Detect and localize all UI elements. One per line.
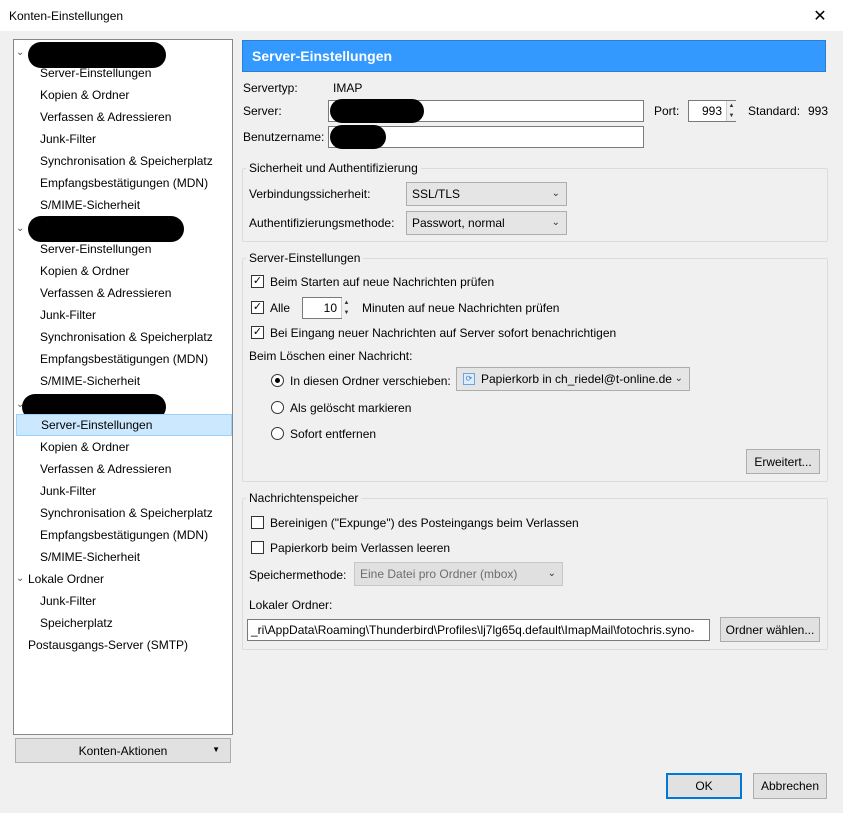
tree-item-junk[interactable]: Junk-Filter: [40, 304, 96, 326]
tree-item-junk[interactable]: Junk-Filter: [40, 128, 96, 150]
trash-folder-select[interactable]: ⟳ Papierkorb in ch_riedel@t-online.de ⌄: [456, 367, 690, 391]
tree-item-smtp[interactable]: Postausgangs-Server (SMTP): [28, 634, 188, 656]
mark-deleted-radio[interactable]: [271, 401, 284, 414]
spin-down-icon[interactable]: ▼: [727, 111, 736, 121]
local-folder-input[interactable]: _ri\AppData\Roaming\Thunderbird\Profiles…: [247, 619, 710, 641]
server-label: Server:: [243, 104, 282, 118]
tree-item-smime[interactable]: S/MIME-Sicherheit: [40, 546, 140, 568]
storage-method-value: Eine Datei pro Ordner (mbox): [360, 567, 518, 581]
server-type-label: Servertyp:: [243, 81, 298, 95]
tree-item-smime[interactable]: S/MIME-Sicherheit: [40, 194, 140, 216]
check-startup-checkbox[interactable]: ✓: [251, 275, 264, 288]
ok-button[interactable]: OK: [666, 773, 742, 799]
check-every-suffix: Minuten auf neue Nachrichten prüfen: [362, 301, 560, 315]
advanced-button[interactable]: Erweitert...: [746, 449, 820, 474]
notify-checkbox[interactable]: ✓: [251, 326, 264, 339]
mark-deleted-label[interactable]: Als gelöscht markieren: [290, 401, 411, 415]
tree-item-local-junk[interactable]: Junk-Filter: [40, 590, 96, 612]
title-bar: Konten-Einstellungen ✕: [0, 0, 843, 31]
storage-group-title: Nachrichtenspeicher: [246, 491, 362, 505]
tree-item-server-settings-selected[interactable]: Server-Einstellungen: [16, 414, 232, 436]
redacted-username-value: [330, 125, 386, 149]
username-label: Benutzername:: [243, 130, 325, 144]
connection-security-select[interactable]: SSL/TLS ⌄: [406, 182, 567, 206]
storage-method-label: Speichermethode:: [249, 568, 347, 582]
tree-item-sync[interactable]: Synchronisation & Speicherplatz: [40, 326, 213, 348]
tree-item-server-settings[interactable]: Server-Einstellungen: [40, 62, 151, 84]
standard-value: 993: [808, 104, 829, 118]
server-type-value: IMAP: [333, 81, 363, 95]
chevron-down-icon: ⌄: [551, 217, 560, 228]
storage-method-select: Eine Datei pro Ordner (mbox) ⌄: [354, 562, 563, 586]
redacted-server-value: [330, 99, 424, 123]
tree-item-copies-folders[interactable]: Kopien & Ordner: [40, 84, 129, 106]
security-group-title: Sicherheit und Authentifizierung: [246, 161, 421, 175]
auth-method-value: Passwort, normal: [412, 216, 505, 230]
tree-item-compose[interactable]: Verfassen & Adressieren: [40, 282, 171, 304]
page-title: Server-Einstellungen: [242, 40, 826, 72]
spin-down-icon[interactable]: ▼: [342, 308, 351, 318]
check-every-checkbox[interactable]: ✓: [251, 301, 264, 314]
tree-item-compose[interactable]: Verfassen & Adressieren: [40, 458, 171, 480]
tree-item-mdn[interactable]: Empfangsbestätigungen (MDN): [40, 524, 208, 546]
tree-item-mdn[interactable]: Empfangsbestätigungen (MDN): [40, 172, 208, 194]
choose-folder-button[interactable]: Ordner wählen...: [720, 617, 820, 642]
tree-item-smime[interactable]: S/MIME-Sicherheit: [40, 370, 140, 392]
trash-folder-icon: ⟳: [463, 373, 475, 385]
server-settings-group-title: Server-Einstellungen: [246, 251, 364, 265]
standard-label: Standard:: [748, 104, 801, 118]
check-every-minutes-value: 10: [323, 301, 337, 315]
tree-item-mdn[interactable]: Empfangsbestätigungen (MDN): [40, 348, 208, 370]
spin-up-icon[interactable]: ▲: [342, 298, 351, 308]
port-label: Port:: [654, 104, 680, 118]
tree-item-sync[interactable]: Synchronisation & Speicherplatz: [40, 150, 213, 172]
expunge-checkbox[interactable]: [251, 516, 264, 529]
empty-trash-checkbox[interactable]: [251, 541, 264, 554]
move-to-folder-label[interactable]: In diesen Ordner verschieben:: [290, 374, 451, 388]
account-actions-button[interactable]: Konten-Aktionen ▼: [15, 738, 231, 763]
chevron-down-icon: ⌄: [551, 188, 560, 199]
minutes-spinner[interactable]: ▲ ▼: [341, 298, 351, 318]
chevron-down-icon: ⌄: [547, 568, 556, 579]
port-spinner[interactable]: ▲ ▼: [726, 101, 736, 121]
close-icon[interactable]: ✕: [797, 0, 843, 31]
port-value: 993: [701, 104, 722, 118]
connection-security-label: Verbindungssicherheit:: [249, 187, 371, 201]
cancel-button[interactable]: Abbrechen: [753, 773, 827, 799]
check-every-minutes-input[interactable]: 10: [302, 297, 342, 319]
tree-item-server-settings[interactable]: Server-Einstellungen: [40, 238, 151, 260]
trash-folder-value: Papierkorb in ch_riedel@t-online.de: [481, 372, 672, 386]
check-startup-label[interactable]: Beim Starten auf neue Nachrichten prüfen: [270, 275, 494, 289]
auth-method-label: Authentifizierungsmethode:: [249, 216, 395, 230]
local-folder-label: Lokaler Ordner:: [249, 598, 333, 612]
tree-item-copies-folders[interactable]: Kopien & Ordner: [40, 260, 129, 282]
local-folder-value: _ri\AppData\Roaming\Thunderbird\Profiles…: [251, 623, 695, 637]
remove-immediately-radio[interactable]: [271, 427, 284, 440]
auth-method-select[interactable]: Passwort, normal ⌄: [406, 211, 567, 235]
chevron-down-icon[interactable]: ⌄: [16, 224, 26, 234]
on-delete-label: Beim Löschen einer Nachricht:: [249, 349, 413, 363]
tree-item-local-folders[interactable]: Lokale Ordner: [28, 568, 104, 590]
chevron-down-icon: ⌄: [674, 373, 683, 384]
tree-item-copies-folders[interactable]: Kopien & Ordner: [40, 436, 129, 458]
remove-immediately-label[interactable]: Sofort entfernen: [290, 427, 376, 441]
check-every-label[interactable]: Alle: [270, 301, 290, 315]
chevron-down-icon[interactable]: ⌄: [16, 48, 26, 58]
account-tree[interactable]: ⌄ Server-Einstellungen Kopien & Ordner V…: [13, 39, 233, 735]
move-to-folder-radio[interactable]: [271, 374, 284, 387]
tree-item-compose[interactable]: Verfassen & Adressieren: [40, 106, 171, 128]
window-title: Konten-Einstellungen: [9, 9, 124, 23]
account-actions-label: Konten-Aktionen: [78, 743, 168, 758]
empty-trash-label[interactable]: Papierkorb beim Verlassen leeren: [270, 541, 450, 555]
tree-item-local-storage[interactable]: Speicherplatz: [40, 612, 113, 634]
dropdown-arrow-icon: ▼: [212, 745, 220, 754]
tree-item-junk[interactable]: Junk-Filter: [40, 480, 96, 502]
notify-label[interactable]: Bei Eingang neuer Nachrichten auf Server…: [270, 326, 616, 340]
chevron-down-icon[interactable]: ⌄: [16, 574, 26, 584]
tree-item-sync[interactable]: Synchronisation & Speicherplatz: [40, 502, 213, 524]
expunge-label[interactable]: Bereinigen ("Expunge") des Posteingangs …: [270, 516, 579, 530]
connection-security-value: SSL/TLS: [412, 187, 461, 201]
spin-up-icon[interactable]: ▲: [727, 101, 736, 111]
